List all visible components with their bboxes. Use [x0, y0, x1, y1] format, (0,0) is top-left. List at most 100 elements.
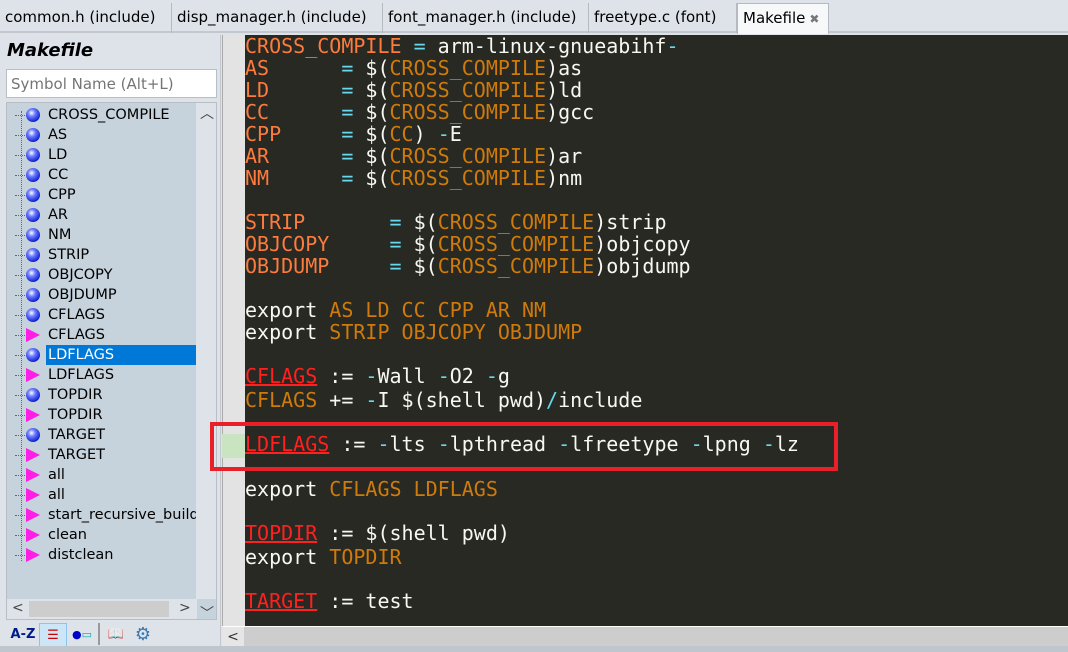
scroll-left-icon[interactable]: <: [12, 600, 24, 616]
tree-item[interactable]: NM: [7, 225, 197, 245]
variable-icon: [26, 208, 40, 222]
toolbar-divider: [98, 623, 100, 645]
code-token: $(: [353, 122, 390, 146]
tab-common[interactable]: common.h (include): [0, 3, 172, 33]
symbol-search-input[interactable]: [6, 69, 217, 98]
code-token: CC: [245, 100, 270, 124]
code-token: Wall: [377, 364, 438, 388]
tree-item[interactable]: STRIP: [7, 245, 197, 265]
tree-item[interactable]: all: [7, 485, 197, 505]
code-token: )as: [546, 56, 583, 80]
tree-item[interactable]: AS: [7, 125, 197, 145]
scrollbar-thumb[interactable]: [29, 601, 169, 617]
code-line: AR = $(CROSS_COMPILE)ar: [245, 145, 799, 167]
list-icon: ☰: [47, 628, 59, 643]
code-line: STRIP = $(CROSS_COMPILE)strip: [245, 211, 799, 233]
code-token: LD: [245, 78, 270, 102]
code-line: export AS LD CC CPP AR NM: [245, 299, 799, 321]
editor-horizontal-scrollbar[interactable]: <: [222, 626, 1068, 647]
code-token: E: [449, 122, 462, 146]
tree-item[interactable]: CC: [7, 165, 197, 185]
tree-item[interactable]: CROSS_COMPILE: [7, 105, 197, 125]
symbol-types-button[interactable]: ●▭: [70, 623, 94, 647]
settings-button[interactable]: ⚙: [131, 623, 155, 647]
tree-item-label: TOPDIR: [48, 407, 103, 423]
tab-freetype[interactable]: freetype.c (font): [589, 3, 737, 33]
tree-item[interactable]: start_recursive_build: [7, 505, 199, 525]
scroll-left-icon[interactable]: <: [222, 627, 244, 647]
variable-icon: [26, 348, 40, 362]
tree-item[interactable]: TOPDIR: [7, 405, 197, 425]
sort-az-button[interactable]: A-Z: [10, 623, 36, 647]
tab-label: Makefile: [743, 9, 806, 27]
tree-item-label: CFLAGS: [48, 327, 105, 343]
scroll-up-icon[interactable]: ︿: [200, 103, 214, 123]
code-line: CPP = $(CC) -E: [245, 123, 799, 145]
variable-icon: [26, 308, 40, 322]
code-token: -: [437, 122, 450, 146]
code-token: =: [341, 78, 354, 102]
code-token: =: [413, 35, 426, 58]
tree-vertical-scrollbar[interactable]: ︿ ﹀: [196, 103, 216, 619]
code-token: $(: [401, 232, 438, 256]
rule-icon: [26, 408, 40, 422]
editor-gutter: [222, 35, 245, 626]
code-token: -: [365, 364, 378, 388]
tree-item[interactable]: OBJCOPY: [7, 265, 197, 285]
tab-disp_manager[interactable]: disp_manager.h (include): [172, 3, 383, 33]
tree-item-label: CFLAGS: [48, 307, 105, 323]
code-token: CPP: [245, 122, 282, 146]
variable-icon: [26, 388, 40, 402]
tree-item[interactable]: CFLAGS: [7, 305, 197, 325]
tree-item[interactable]: TARGET: [7, 445, 197, 465]
code-token: $(: [353, 100, 390, 124]
tab-font_manager[interactable]: font_manager.h (include): [383, 3, 589, 33]
code-token: $(: [401, 254, 438, 278]
tree-item[interactable]: LD: [7, 145, 197, 165]
code-token: $(: [353, 56, 390, 80]
variable-icon: [26, 168, 40, 182]
tab-makefile[interactable]: Makefile ✖: [737, 3, 829, 34]
tree-item-label: OBJDUMP: [48, 287, 117, 303]
code-token: =: [389, 210, 402, 234]
tree-item[interactable]: OBJDUMP: [7, 285, 197, 305]
code-content[interactable]: CROSS_COMPILE = arm-linux-gnueabihf- AS =…: [245, 35, 799, 613]
tree-item[interactable]: LDFLAGS: [7, 365, 197, 385]
close-tab-icon[interactable]: ✖: [809, 12, 819, 26]
book-button[interactable]: 📖: [104, 623, 128, 647]
tree-item[interactable]: CPP: [7, 185, 197, 205]
tree-item[interactable]: distclean: [7, 545, 197, 565]
tree-item[interactable]: all: [7, 465, 197, 485]
code-token: AS: [245, 56, 270, 80]
tree-item[interactable]: CFLAGS: [7, 325, 197, 345]
code-token: TOPDIR: [245, 521, 318, 546]
code-editor[interactable]: CROSS_COMPILE = arm-linux-gnueabihf- AS =…: [245, 35, 1068, 626]
tree-item[interactable]: TARGET: [7, 425, 197, 445]
code-token: CROSS_COMPILE: [389, 78, 547, 102]
tree-item-label: start_recursive_build: [48, 507, 199, 523]
tree-horizontal-scrollbar[interactable]: < >: [7, 599, 197, 619]
variable-icon: [26, 428, 40, 442]
tree-item[interactable]: AR: [7, 205, 197, 225]
tree-item[interactable]: TOPDIR: [7, 385, 197, 405]
scroll-right-icon[interactable]: >: [179, 600, 191, 616]
code-token: =: [341, 56, 354, 80]
tree-item[interactable]: LDFLAGS: [7, 345, 197, 365]
scroll-down-icon[interactable]: ﹀: [200, 603, 214, 619]
highlight-box: [210, 422, 838, 471]
code-token: include: [558, 387, 643, 412]
code-token: export: [245, 477, 330, 502]
code-line: TARGET := test: [245, 589, 799, 614]
variable-icon: [26, 288, 40, 302]
code-token: AS LD CC CPP AR NM: [329, 298, 547, 322]
status-strip: [0, 646, 1068, 652]
tree-item-label: AS: [48, 127, 68, 143]
code-token: CROSS_COMPILE: [437, 232, 595, 256]
tree-item[interactable]: clean: [7, 525, 197, 545]
tree-item-label: CC: [48, 167, 69, 183]
code-token: :=: [317, 364, 366, 388]
list-view-button[interactable]: ☰: [39, 623, 67, 647]
code-token: -: [365, 387, 378, 412]
